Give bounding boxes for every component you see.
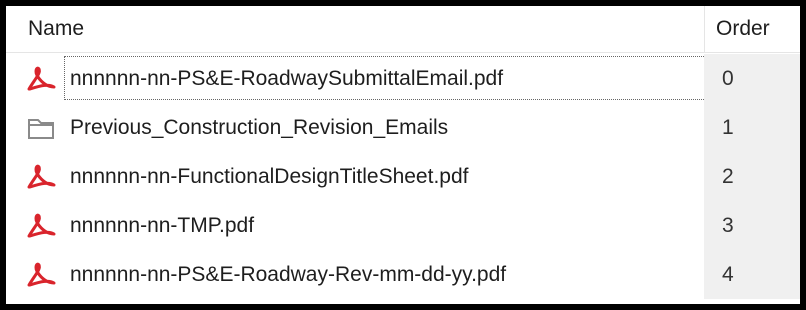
name-cell[interactable]: Previous_Construction_Revision_Emails [6,103,704,152]
pdf-icon [27,213,56,238]
name-cell[interactable]: nnnnnn-nn-PS&E-RoadwaySubmittalEmail.pdf [6,54,798,103]
column-header-order[interactable]: Order [704,6,800,52]
list-item[interactable]: Previous_Construction_Revision_Emails 1 [6,103,800,152]
order-value: 4 [722,263,734,286]
focus-rectangle [64,56,798,100]
order-value: 3 [722,214,734,237]
order-cell: 4 [704,250,800,299]
name-cell[interactable]: nnnnnn-nn-FunctionalDesignTitleSheet.pdf [6,152,704,201]
file-name: nnnnnn-nn-PS&E-Roadway-Rev-mm-dd-yy.pdf [70,263,507,286]
pdf-icon [27,164,56,189]
list-item[interactable]: nnnnnn-nn-TMP.pdf 3 [6,201,800,250]
column-header-name[interactable]: Name [6,6,704,52]
pdf-icon [27,66,56,91]
order-cell: 0 [704,54,800,103]
name-cell[interactable]: nnnnnn-nn-PS&E-Roadway-Rev-mm-dd-yy.pdf [6,250,704,299]
order-cell: 1 [704,103,800,152]
order-value: 1 [722,116,734,139]
file-name: nnnnnn-nn-TMP.pdf [70,214,255,237]
file-name: nnnnnn-nn-FunctionalDesignTitleSheet.pdf [70,165,469,188]
order-value: 2 [722,165,734,188]
list-item[interactable]: nnnnnn-nn-FunctionalDesignTitleSheet.pdf… [6,152,800,201]
pdf-icon [27,262,56,287]
list-item[interactable]: nnnnnn-nn-PS&E-RoadwaySubmittalEmail.pdf… [6,54,800,103]
file-list: Name Order nnnnnn-nn-PS&E-RoadwaySubmitt… [6,6,800,304]
list-header: Name Order [6,6,800,53]
folder-name: Previous_Construction_Revision_Emails [70,116,449,139]
order-cell: 3 [704,201,800,250]
folder-icon [28,119,54,139]
name-cell[interactable]: nnnnnn-nn-TMP.pdf [6,201,704,250]
order-cell: 2 [704,152,800,201]
list-item[interactable]: nnnnnn-nn-PS&E-Roadway-Rev-mm-dd-yy.pdf … [6,250,800,299]
order-value: 0 [722,67,734,90]
